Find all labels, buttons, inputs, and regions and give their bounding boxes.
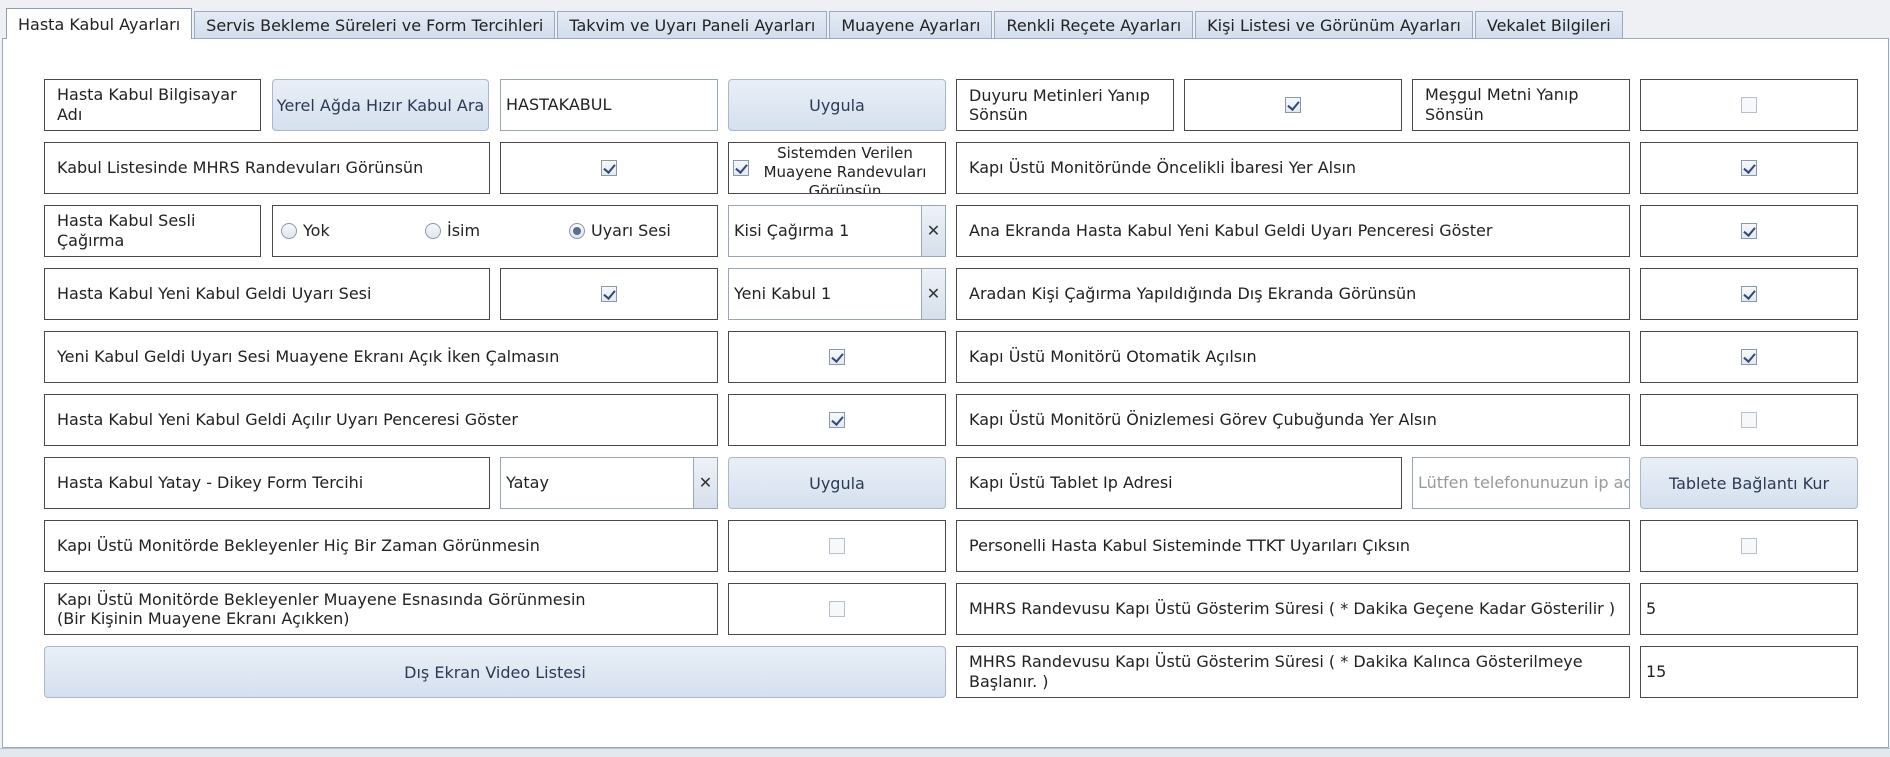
busy-cell (1640, 79, 1858, 131)
mhrs-time-input[interactable]: 5 (1640, 583, 1858, 635)
waiting-exam-label-line2: (Bir Kişinin Muayene Ekranı Açıkken) (57, 609, 350, 628)
mhrs-visible-checkbox[interactable] (601, 160, 617, 176)
waiting-never-label: Kapı Üstü Monitörde Bekleyenler Hiç Bir … (44, 520, 718, 572)
priority-checkbox[interactable] (1741, 160, 1757, 176)
video-list-button[interactable]: Dış Ekran Video Listesi (44, 646, 946, 698)
no-play-cell (728, 331, 946, 383)
clear-icon[interactable]: ✕ (921, 206, 945, 256)
tablet-connect-button[interactable]: Tablete Bağlantı Kur (1640, 457, 1858, 509)
priority-cell (1640, 142, 1858, 194)
popup-checkbox[interactable] (829, 412, 845, 428)
ttkt-label: Personelli Hasta Kabul Sisteminde TTKT U… (956, 520, 1630, 572)
tablet-ip-placeholder: Lütfen telefonunuzun ip adre (1418, 473, 1630, 492)
main-popup-checkbox[interactable] (1741, 223, 1757, 239)
main-popup-label: Ana Ekranda Hasta Kabul Yeni Kabul Geldi… (956, 205, 1630, 257)
between-call-label: Aradan Kişi Çağırma Yapıldığında Dış Ekr… (956, 268, 1630, 320)
mhrs-remaining-label: MHRS Randevusu Kapı Üstü Gösterim Süresi… (956, 646, 1630, 698)
tab-hasta-kabul[interactable]: Hasta Kabul Ayarları (6, 8, 193, 39)
voice-option-yok[interactable]: Yok (281, 206, 330, 256)
new-alert-sound-checkbox[interactable] (601, 286, 617, 302)
voice-option-yok-label: Yok (303, 221, 330, 240)
between-call-cell (1640, 268, 1858, 320)
voice-option-isim-label: İsim (447, 221, 481, 240)
system-exams-cell: Sistemden Verilen Muayene Randevuları Gö… (728, 142, 946, 194)
voice-call-options: Yok İsim Uyarı Sesi (272, 205, 718, 257)
new-alert-sound-select[interactable]: Yeni Kabul 1 ✕ (728, 268, 946, 320)
voice-option-uyari-sesi[interactable]: Uyarı Sesi (569, 206, 671, 256)
mhrs-visible-cell (500, 142, 718, 194)
computer-name-label: Hasta Kabul Bilgisayar Adı (44, 79, 261, 131)
new-alert-sound-cell (500, 268, 718, 320)
tablet-ip-label: Kapı Üstü Tablet Ip Adresi (956, 457, 1402, 509)
preview-cell (1640, 394, 1858, 446)
ttkt-cell (1640, 520, 1858, 572)
mhrs-visible-label: Kabul Listesinde MHRS Randevuları Görüns… (44, 142, 490, 194)
announce-checkbox[interactable] (1285, 97, 1301, 113)
fast-search-button[interactable]: Yerel Ağda Hızır Kabul Ara (272, 79, 489, 131)
popup-label: Hasta Kabul Yeni Kabul Geldi Açılır Uyar… (44, 394, 718, 446)
preview-checkbox[interactable] (1741, 412, 1757, 428)
tab-muayene[interactable]: Muayene Ayarları (829, 11, 993, 38)
tab-vekalet[interactable]: Vekalet Bilgileri (1474, 11, 1623, 38)
system-exams-label: Sistemden Verilen Muayene Randevuları Gö… (763, 143, 927, 194)
between-call-checkbox[interactable] (1741, 286, 1757, 302)
auto-open-label: Kapı Üstü Monitörü Otomatik Açılsın (956, 331, 1630, 383)
waiting-never-cell (728, 520, 946, 572)
auto-open-cell (1640, 331, 1858, 383)
radio-selected-icon (569, 223, 585, 239)
new-alert-sound-label: Hasta Kabul Yeni Kabul Geldi Uyarı Sesi (44, 268, 490, 320)
no-play-label: Yeni Kabul Geldi Uyarı Sesi Muayene Ekra… (44, 331, 718, 383)
waiting-exam-label: Kapı Üstü Monitörde Bekleyenler Muayene … (44, 583, 718, 635)
voice-call-label: Hasta Kabul Sesli Çağırma (44, 205, 261, 257)
announce-label: Duyuru Metinleri Yanıp Sönsün (956, 79, 1174, 131)
clear-icon[interactable]: ✕ (921, 269, 945, 319)
computer-name-input[interactable]: HASTAKABUL (500, 79, 718, 131)
waiting-exam-cell (728, 583, 946, 635)
system-exams-checkbox[interactable] (733, 160, 749, 176)
form-pref-label: Hasta Kabul Yatay - Dikey Form Tercihi (44, 457, 490, 509)
mhrs-remaining-input[interactable]: 15 (1640, 646, 1858, 698)
waiting-never-checkbox[interactable] (829, 538, 845, 554)
busy-label: Meşgul Metni Yanıp Sönsün (1412, 79, 1630, 131)
tab-bar: Hasta Kabul Ayarları Servis Bekleme Süre… (6, 8, 1625, 39)
popup-cell (728, 394, 946, 446)
radio-icon (281, 223, 297, 239)
waiting-exam-label-line1: Kapı Üstü Monitörde Bekleyenler Muayene … (57, 590, 586, 609)
announce-cell (1184, 79, 1402, 131)
waiting-exam-checkbox[interactable] (829, 601, 845, 617)
main-popup-cell (1640, 205, 1858, 257)
voice-option-uyari-sesi-label: Uyarı Sesi (591, 221, 671, 240)
busy-checkbox[interactable] (1741, 97, 1757, 113)
form-pref-select[interactable]: Yatay ✕ (500, 457, 718, 509)
new-alert-sound-value: Yeni Kabul 1 (734, 284, 832, 303)
clear-icon[interactable]: ✕ (693, 458, 717, 508)
no-play-checkbox[interactable] (829, 349, 845, 365)
auto-open-checkbox[interactable] (1741, 349, 1757, 365)
tab-takvim-uyari[interactable]: Takvim ve Uyarı Paneli Ayarları (557, 11, 828, 38)
person-call-value: Kisi Çağırma 1 (734, 221, 850, 240)
form-pref-value: Yatay (506, 473, 549, 492)
tab-servis-bekleme[interactable]: Servis Bekleme Süreleri ve Form Tercihle… (194, 11, 556, 38)
apply-form-pref-button[interactable]: Uygula (728, 457, 946, 509)
priority-label: Kapı Üstü Monitöründe Öncelikli İbaresi … (956, 142, 1630, 194)
tab-kisi-listesi[interactable]: Kişi Listesi ve Görünüm Ayarları (1195, 11, 1473, 38)
person-call-select[interactable]: Kisi Çağırma 1 ✕ (728, 205, 946, 257)
tab-renkli-recete[interactable]: Renkli Reçete Ayarları (994, 11, 1194, 38)
apply-computer-name-button[interactable]: Uygula (728, 79, 946, 131)
preview-label: Kapı Üstü Monitörü Önizlemesi Görev Çubu… (956, 394, 1630, 446)
tablet-ip-input[interactable]: Lütfen telefonunuzun ip adre (1412, 457, 1630, 509)
ttkt-checkbox[interactable] (1741, 538, 1757, 554)
radio-icon (425, 223, 441, 239)
mhrs-time-label: MHRS Randevusu Kapı Üstü Gösterim Süresi… (956, 583, 1630, 635)
voice-option-isim[interactable]: İsim (425, 206, 480, 256)
